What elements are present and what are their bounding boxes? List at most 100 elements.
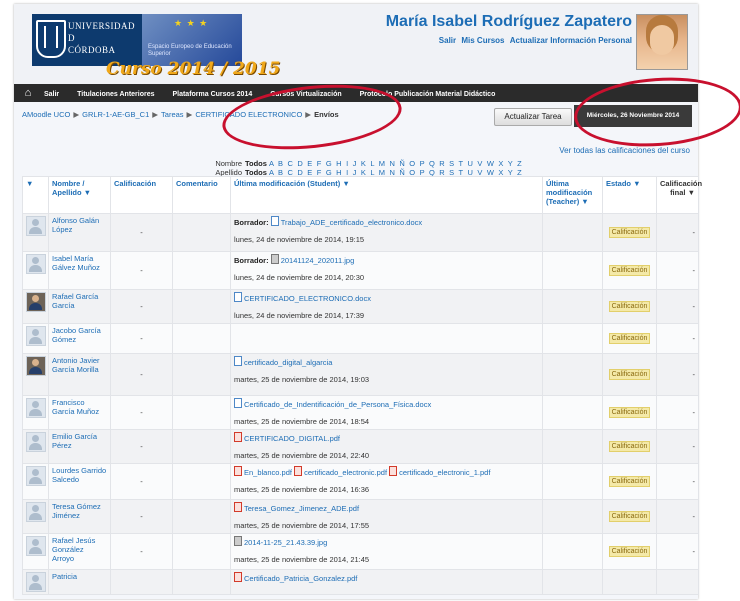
grade-cell[interactable]: - — [110, 463, 173, 500]
first-name-letters[interactable]: A B C D E F G H I J K L M N Ñ O P Q R S … — [269, 159, 523, 168]
submission-files: Borrador: Trabajo_ADE_certificado_electr… — [234, 216, 539, 228]
grade-status-badge[interactable]: Calificación — [608, 301, 651, 312]
grade-cell[interactable]: - — [110, 289, 173, 324]
submission-file-link[interactable]: certificado_digital_algarcia — [234, 356, 332, 367]
grade-cell[interactable] — [110, 569, 173, 595]
column-header-last-modified-student[interactable]: Última modificación (Student) ▼ — [230, 176, 543, 214]
student-name-link[interactable]: Francisco García Muñoz — [52, 398, 107, 416]
grade-status-badge[interactable]: Calificación — [608, 227, 651, 238]
student-name-link[interactable]: Jacobo García Gómez — [52, 326, 107, 344]
grade-status-badge[interactable]: Calificación — [608, 407, 651, 418]
comment-cell[interactable] — [172, 251, 231, 290]
column-header-name[interactable]: Nombre / Apellido ▼ — [48, 176, 111, 214]
grade-cell[interactable]: - — [110, 251, 173, 290]
grade-status-badge[interactable]: Calificación — [608, 441, 651, 452]
comment-cell[interactable] — [172, 569, 231, 595]
user-picture-icon[interactable] — [26, 572, 46, 592]
submission-files: CERTIFICADO_DIGITAL.pdf — [234, 432, 539, 444]
submission-file-link[interactable]: 20141124_202011.jpg — [270, 254, 354, 265]
update-assignment-button[interactable]: Actualizar Tarea — [494, 108, 572, 126]
comment-cell[interactable] — [172, 395, 231, 430]
column-header-final-grade[interactable]: Calificación final ▼ — [656, 176, 702, 214]
grade-status-badge[interactable]: Calificación — [608, 265, 651, 276]
user-picture-icon[interactable] — [26, 432, 46, 452]
student-name-link[interactable]: Antonio Javier García Morilla — [52, 356, 107, 374]
user-picture-icon[interactable] — [26, 502, 46, 522]
grade-status-badge[interactable]: Calificación — [608, 333, 651, 344]
submission-file-link[interactable]: 2014-11-25_21.43.39.jpg — [234, 536, 327, 547]
submission-file-link[interactable]: CERTIFICADO_DIGITAL.pdf — [234, 432, 340, 443]
user-picture-icon[interactable] — [26, 326, 46, 346]
student-name-link[interactable]: Rafael Jesús González Arroyo — [52, 536, 107, 563]
comment-cell[interactable] — [172, 499, 231, 534]
grade-cell[interactable]: - — [110, 395, 173, 430]
comment-cell[interactable] — [172, 289, 231, 324]
view-all-grades-link[interactable]: Ver todas las calificaciones del curso — [559, 146, 690, 155]
user-picture-icon[interactable] — [26, 466, 46, 486]
column-header-comment[interactable]: Comentario — [172, 176, 231, 214]
nav-item-logout[interactable]: Salir — [44, 91, 59, 98]
comment-cell[interactable] — [172, 463, 231, 500]
final-grade-cell: - — [656, 353, 699, 396]
student-name-link[interactable]: Lourdes Garrido Salcedo — [52, 466, 107, 484]
user-picture-icon[interactable] — [26, 216, 46, 236]
grade-status-badge[interactable]: Calificación — [608, 511, 651, 522]
last-modified-cell: CERTIFICADO_ELECTRONICO.docx lunes, 24 d… — [230, 289, 543, 324]
grade-cell[interactable]: - — [110, 323, 173, 354]
student-name-link[interactable]: Patricia — [52, 572, 107, 581]
submission-file-link[interactable]: Certificado_Patricia_Gonzalez.pdf — [234, 572, 357, 583]
pdf-file-icon — [389, 466, 398, 476]
comment-cell[interactable] — [172, 429, 231, 464]
submission-file-link[interactable]: certificado_electronic_1.pdf — [389, 466, 490, 477]
comment-cell[interactable] — [172, 533, 231, 570]
nav-item-previous-degrees[interactable]: Titulaciones Anteriores — [77, 91, 154, 98]
nav-item-platform-2014[interactable]: Plataforma Cursos 2014 — [172, 91, 252, 98]
column-header-last-modified-teacher[interactable]: Última modificación (Teacher) ▼ — [542, 176, 603, 214]
submission-file-link[interactable]: certificado_electronic.pdf — [294, 466, 387, 477]
student-name-link[interactable]: Rafael García García — [52, 292, 107, 310]
user-avatar[interactable] — [636, 14, 688, 70]
logout-link[interactable]: Salir — [439, 36, 456, 45]
user-picture-icon[interactable] — [26, 356, 46, 376]
user-picture-icon[interactable] — [26, 536, 46, 556]
submission-file-link[interactable]: CERTIFICADO_ELECTRONICO.docx — [234, 292, 371, 303]
user-picture-icon[interactable] — [26, 254, 46, 274]
submission-file-link[interactable]: En_blanco.pdf — [234, 466, 292, 477]
student-name-link[interactable]: Emilio García Pérez — [52, 432, 107, 450]
grade-status-badge[interactable]: Calificación — [608, 546, 651, 557]
student-name-link[interactable]: Isabel María Gálvez Muñoz — [52, 254, 107, 272]
submission-file-link[interactable]: Trabajo_ADE_certificado_electronico.docx — [270, 216, 422, 227]
column-header-grade[interactable]: Calificación — [110, 176, 173, 214]
grade-cell[interactable]: - — [110, 499, 173, 534]
student-name-link[interactable]: Teresa Gómez Jiménez — [52, 502, 107, 520]
grade-status-badge[interactable]: Calificación — [608, 476, 651, 487]
home-icon[interactable]: ⌂ — [14, 84, 42, 102]
student-name-cell: Rafael Jesús González Arroyo — [48, 533, 111, 570]
column-header-status[interactable]: Estado ▼ — [602, 176, 657, 214]
grade-cell[interactable]: - — [110, 213, 173, 252]
submission-file-link[interactable]: Teresa_Gomez_Jimenez_ADE.pdf — [234, 502, 359, 513]
column-header-select[interactable]: ▼ — [22, 176, 49, 214]
comment-cell[interactable] — [172, 213, 231, 252]
user-picture-icon[interactable] — [26, 292, 46, 312]
breadcrumb-home[interactable]: AMoodle UCO — [22, 110, 70, 119]
user-full-name: María Isabel Rodríguez Zapatero — [385, 13, 632, 30]
student-name-cell: Rafael García García — [48, 289, 111, 324]
user-picture-icon[interactable] — [26, 398, 46, 418]
breadcrumb-course[interactable]: GRLR-1-AE-GB_C1 — [82, 110, 149, 119]
update-profile-link[interactable]: Actualizar Información Personal — [510, 36, 632, 45]
final-grade-cell: - — [656, 395, 699, 430]
first-name-all-link[interactable]: Todos — [245, 159, 267, 168]
breadcrumb-tasks[interactable]: Tareas — [161, 110, 184, 119]
student-name-link[interactable]: Alfonso Galán López — [52, 216, 107, 234]
grade-cell[interactable]: - — [110, 429, 173, 464]
my-courses-link[interactable]: Mis Cursos — [461, 36, 504, 45]
university-name: UNIVERSIDAD D CÓRDOBA — [68, 21, 135, 55]
submission-file-link[interactable]: Certificado_de_Indentificación_de_Person… — [234, 398, 431, 409]
grade-cell[interactable]: - — [110, 353, 173, 396]
grade-status-badge[interactable]: Calificación — [608, 369, 651, 380]
submission-date: lunes, 24 de noviembre de 2014, 17:39 — [234, 311, 365, 320]
comment-cell[interactable] — [172, 323, 231, 354]
comment-cell[interactable] — [172, 353, 231, 396]
grade-cell[interactable]: - — [110, 533, 173, 570]
